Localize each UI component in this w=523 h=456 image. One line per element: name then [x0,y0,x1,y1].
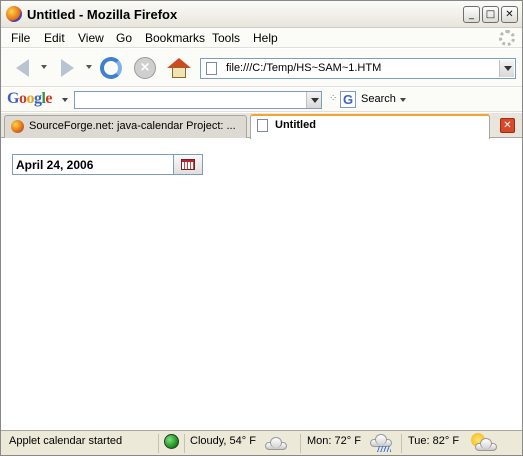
toolbar-separator-icon: ⁘ [329,93,338,104]
rain-cloud-icon [370,434,394,447]
firefox-favicon-icon [11,120,24,133]
menu-edit[interactable]: Edit [44,31,65,45]
title-bar[interactable]: Untitled - Mozilla Firefox _ □ ✕ [1,1,522,28]
date-input[interactable]: April 24, 2006 [12,154,174,175]
google-g-icon[interactable]: G [340,91,356,108]
close-tab-button[interactable]: ✕ [500,118,515,133]
google-search-button[interactable]: Search [361,93,396,105]
back-button[interactable] [10,56,34,80]
status-bar: Applet calendar started Cloudy, 54° F Mo… [1,430,522,455]
status-indicator-icon [164,434,179,449]
browser-window: Untitled - Mozilla Firefox _ □ ✕ File Ed… [0,0,523,456]
document-icon [257,119,268,132]
menu-help[interactable]: Help [253,31,278,45]
tab-strip: SourceForge.net: java-calendar Project: … [1,113,522,139]
status-text: Applet calendar started [9,435,123,447]
firefox-icon [6,6,22,22]
search-options-dropdown[interactable] [400,98,406,102]
forward-arrow-icon [60,59,74,77]
google-menu-dropdown[interactable] [62,98,68,102]
date-value: April 24, 2006 [16,158,94,172]
window-title: Untitled - Mozilla Firefox [27,7,178,22]
forward-button[interactable] [55,56,79,80]
menu-tools[interactable]: Tools [212,31,240,45]
menu-go[interactable]: Go [116,31,132,45]
partly-cloudy-icon [475,438,499,451]
calendar-picker-button[interactable] [173,154,203,175]
tab-label: SourceForge.net: java-calendar Project: … [29,120,236,132]
menu-file[interactable]: File [11,31,30,45]
throbber-icon [499,30,515,46]
url-history-dropdown[interactable] [499,60,514,77]
weather-tuesday[interactable]: Tue: 82° F [408,435,459,447]
menu-bookmarks[interactable]: Bookmarks [145,31,205,45]
reload-icon [100,57,122,79]
stop-button[interactable]: × [133,56,157,80]
google-toolbar: Google ⁘ G Search [1,88,522,112]
url-text[interactable]: file:///C:/Temp/HS~SAM~1.HTM [226,62,381,74]
back-arrow-icon [15,59,29,77]
back-history-dropdown[interactable] [41,65,47,69]
close-button[interactable]: ✕ [501,6,518,23]
cloudy-icon [265,437,289,450]
tab-untitled[interactable]: Untitled [250,114,490,139]
minimize-button[interactable]: _ [463,6,480,23]
tab-label: Untitled [275,119,316,131]
home-icon [167,58,191,78]
tab-sourceforge[interactable]: SourceForge.net: java-calendar Project: … [4,115,247,138]
menu-view[interactable]: View [78,31,104,45]
forward-history-dropdown[interactable] [86,65,92,69]
rain-icon [377,446,391,452]
address-bar[interactable]: file:///C:/Temp/HS~SAM~1.HTM [200,58,516,79]
page-content: April 24, 2006 [4,139,519,429]
page-icon [206,62,217,75]
weather-current[interactable]: Cloudy, 54° F [190,435,256,447]
reload-button[interactable] [99,56,123,80]
weather-monday[interactable]: Mon: 72° F [307,435,361,447]
home-button[interactable] [167,56,191,80]
google-search-history-dropdown[interactable] [306,92,321,108]
google-logo[interactable]: Google [7,90,52,108]
menu-bar: File Edit View Go Bookmarks Tools Help [1,28,522,48]
maximize-button[interactable]: □ [482,6,499,23]
stop-icon: × [134,57,156,79]
calendar-icon [181,159,195,170]
google-search-input[interactable] [74,91,322,109]
navigation-toolbar: × file:///C:/Temp/HS~SAM~1.HTM [1,49,522,87]
